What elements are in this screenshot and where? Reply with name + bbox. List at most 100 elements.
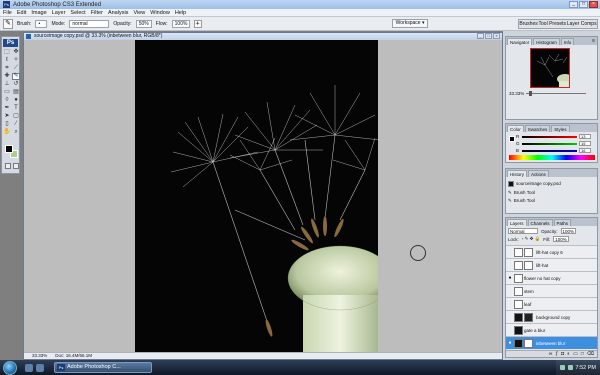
doc-size-readout[interactable]: Doc: 16.4M/66.1M (55, 353, 92, 359)
layer-row[interactable]: lift-hat (506, 258, 597, 271)
layer-mask-thumbnail[interactable] (524, 338, 533, 348)
workspace-menu[interactable]: Workspace ▾ (391, 19, 429, 28)
menu-help[interactable]: Help (175, 10, 186, 16)
tab-paths[interactable]: Paths (553, 219, 572, 226)
magic-wand-tool-icon[interactable]: ✧ (12, 57, 20, 64)
tab-brushes[interactable]: Brushes (519, 21, 537, 27)
doc-minimize-button[interactable]: _ (477, 33, 484, 39)
document-title-bar[interactable]: sourceimage copy.psd @ 33.3% (inbetween … (24, 33, 502, 40)
clock[interactable]: 7:52 PM (576, 365, 596, 371)
history-brush-tool-icon[interactable]: ↺ (12, 81, 20, 88)
quick-mask-icon[interactable] (13, 163, 19, 169)
layer-row[interactable]: ● flower no hat copy (506, 271, 597, 284)
hand-tool-icon[interactable]: ✋ (3, 129, 11, 136)
maximize-button[interactable]: □ (579, 1, 588, 8)
tab-actions[interactable]: Actions (528, 170, 549, 177)
layer-row[interactable]: gate a blur (506, 323, 597, 336)
history-item[interactable]: ✎ Brush Tool (508, 189, 535, 196)
tab-history[interactable]: History (507, 170, 528, 177)
adjustment-layer-icon[interactable]: ◐ (567, 351, 570, 357)
menu-window[interactable]: Window (150, 10, 170, 16)
layer-mask-thumbnail[interactable] (524, 247, 533, 257)
menu-analysis[interactable]: Analysis (108, 10, 128, 16)
canvas-area[interactable] (24, 40, 502, 353)
navigator-thumbnail[interactable] (530, 48, 570, 88)
eyedropper-tool-icon[interactable]: ⁄ (12, 121, 20, 128)
layer-opacity-field[interactable]: 100% (560, 228, 577, 234)
tab-histogram[interactable]: Histogram (533, 38, 560, 45)
tab-channels[interactable]: Channels (527, 219, 553, 226)
zoom-tool-icon[interactable]: ⌕ (12, 129, 20, 136)
tab-swatches[interactable]: Swatches (524, 125, 551, 132)
airbrush-toggle-icon[interactable]: ✈ (193, 19, 202, 28)
menu-layer[interactable]: Layer (52, 10, 66, 16)
eraser-tool-icon[interactable]: ▭ (3, 89, 11, 96)
menu-file[interactable]: File (3, 10, 12, 16)
foreground-color-swatch[interactable] (5, 145, 13, 153)
doc-close-button[interactable]: × (493, 33, 500, 39)
mode-select[interactable]: normal (69, 19, 110, 28)
add-mask-icon[interactable]: ◘ (561, 351, 564, 357)
layer-row[interactable]: background copy (506, 310, 597, 323)
slice-tool-icon[interactable]: ⟋ (12, 65, 20, 72)
brush-tool-preset-icon[interactable]: ✎ (3, 18, 13, 29)
layer-row[interactable]: leaf (506, 297, 597, 310)
menu-filter[interactable]: Filter (91, 10, 103, 16)
channel-r-value[interactable]: 13 (579, 134, 591, 139)
lasso-tool-icon[interactable]: ℓ (3, 57, 11, 64)
tab-layers[interactable]: Layers (507, 219, 527, 226)
brush-picker[interactable]: • (35, 19, 48, 28)
trash-icon[interactable]: ⌫ (587, 351, 594, 357)
eye-icon[interactable]: ● (506, 340, 514, 346)
new-layer-icon[interactable]: □ (581, 351, 584, 357)
layer-row[interactable]: lift-hat copy 6 (506, 245, 597, 258)
tab-color[interactable]: Color (507, 125, 524, 132)
layer-row[interactable]: stem (506, 284, 597, 297)
tab-info[interactable]: Info (560, 38, 575, 45)
tab-styles[interactable]: Styles (551, 125, 570, 132)
menu-select[interactable]: Select (70, 10, 85, 16)
channel-g-slider[interactable] (522, 143, 577, 145)
eye-icon[interactable]: ● (506, 275, 514, 281)
menu-image[interactable]: Image (31, 10, 46, 16)
navigator-zoom-value[interactable]: 33.33% (509, 91, 524, 96)
shape-tool-icon[interactable]: ▢ (12, 113, 20, 120)
taskbar-photoshop-button[interactable]: Adobe Photoshop C... (54, 362, 152, 373)
zoom-readout[interactable]: 33.33% (32, 353, 47, 359)
start-button[interactable] (3, 360, 17, 375)
show-desktop-icon[interactable] (25, 363, 33, 372)
color-spectrum-bar[interactable] (509, 155, 595, 160)
move-tool-icon[interactable]: ✥ (12, 49, 20, 56)
minimize-button[interactable]: _ (569, 1, 578, 8)
switch-windows-icon[interactable] (36, 363, 44, 372)
channel-g-value[interactable]: 15 (579, 141, 591, 146)
notes-tool-icon[interactable]: ▯ (3, 121, 11, 128)
dandelion-photo[interactable] (135, 40, 378, 353)
channel-r-slider[interactable] (522, 136, 577, 138)
panel-menu-icon[interactable]: ≡ (592, 38, 595, 44)
layer-mask-thumbnail[interactable] (524, 312, 533, 322)
navigator-slider-knob[interactable] (529, 91, 532, 96)
network-icon[interactable] (559, 365, 565, 370)
gradient-tool-icon[interactable]: ▤ (12, 89, 20, 96)
navigator-zoom-slider[interactable] (526, 93, 586, 94)
opacity-field[interactable]: 50% (135, 19, 152, 28)
layer-mask-thumbnail[interactable] (524, 260, 533, 270)
history-snapshot[interactable]: sourceimage copy.psd (508, 180, 561, 187)
channel-b-slider[interactable] (522, 150, 577, 152)
tab-tool-presets[interactable]: Tool Presets (539, 21, 567, 27)
standard-mode-icon[interactable] (5, 163, 11, 169)
menu-edit[interactable]: Edit (17, 10, 26, 16)
lock-icons[interactable]: ▫ ✎ ✥ 🔒 (522, 236, 541, 242)
photoshop-logo[interactable]: Ps (3, 39, 18, 47)
doc-maximize-button[interactable]: □ (485, 33, 492, 39)
layer-style-icon[interactable]: ƒ (555, 351, 558, 357)
dodge-tool-icon[interactable]: ● (12, 97, 20, 104)
menu-view[interactable]: View (133, 10, 145, 16)
type-tool-icon[interactable]: T (12, 105, 20, 112)
close-button[interactable]: × (589, 1, 598, 8)
tab-layer-comps[interactable]: Layer Comps (567, 21, 597, 27)
flow-field[interactable]: 100% (171, 19, 190, 28)
history-item[interactable]: ✎ Brush Tool (508, 197, 535, 204)
path-selection-tool-icon[interactable]: ➤ (3, 113, 11, 120)
